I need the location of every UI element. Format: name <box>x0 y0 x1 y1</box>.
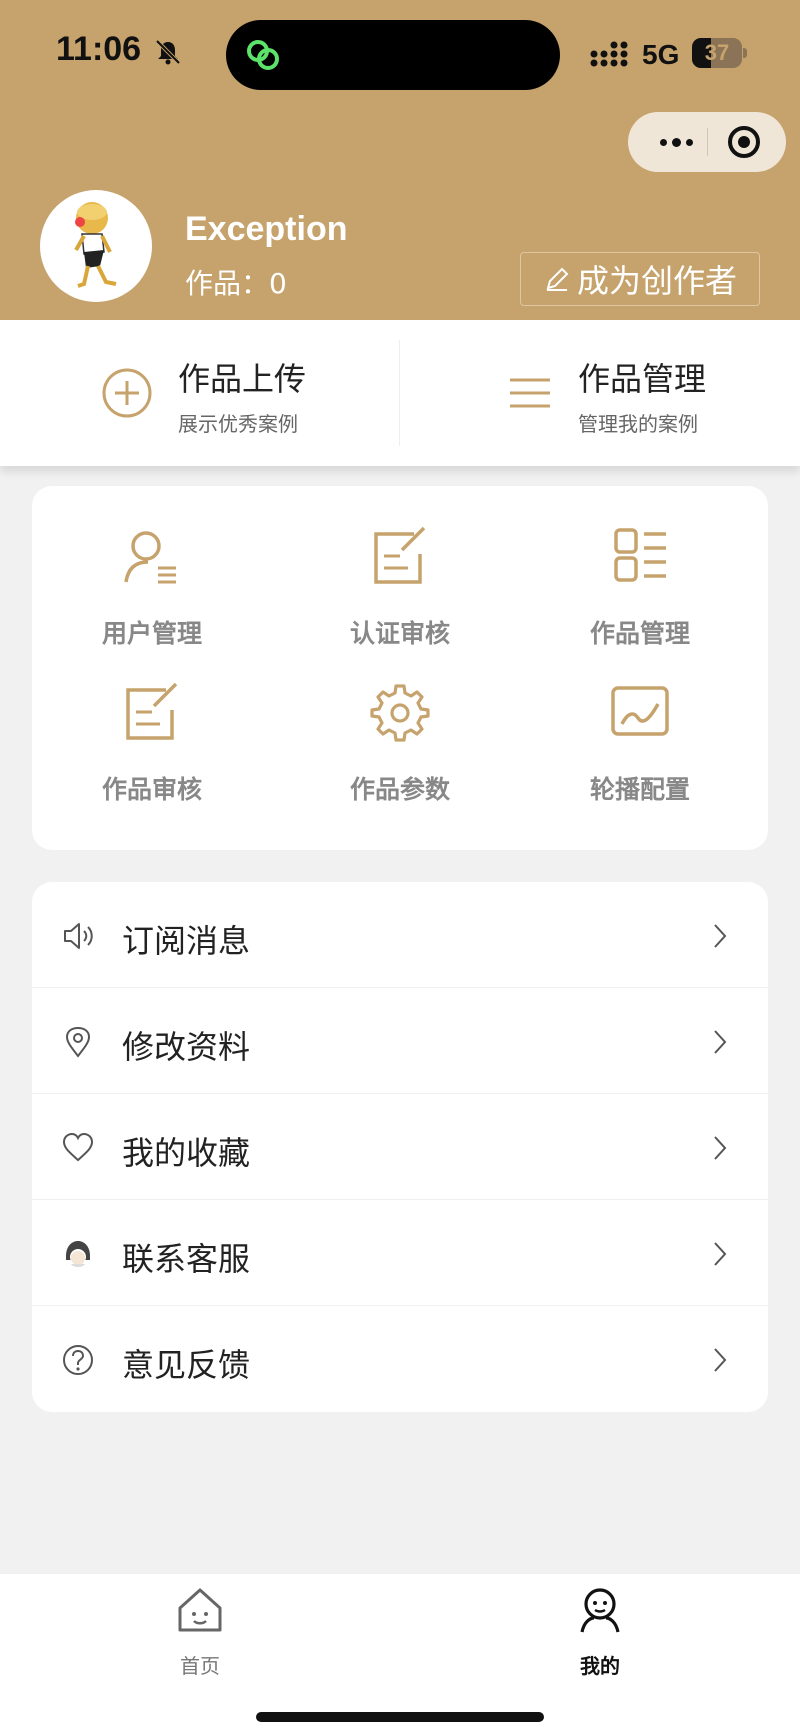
speaker-icon <box>64 923 93 949</box>
miniprogram-capsule <box>628 112 786 172</box>
menu-item-label: 联系客服 <box>122 1240 251 1278</box>
target-icon[interactable] <box>726 124 762 160</box>
tab-mine[interactable]: 我的 <box>500 1574 700 1694</box>
manage-works-title: 作品管理 <box>578 360 707 398</box>
menu-list-card: 订阅消息 修改资料 我的收藏 联系客服 意见反馈 <box>32 882 768 1412</box>
menu-item-subscribe-messages[interactable]: 订阅消息 <box>32 882 768 988</box>
chevron-right-icon <box>714 924 727 948</box>
gear-icon <box>370 684 430 742</box>
tab-label: 首页 <box>180 1654 220 1678</box>
chevron-right-icon <box>714 1348 727 1372</box>
upload-works-title: 作品上传 <box>178 360 307 398</box>
pencil-icon <box>546 267 569 291</box>
more-dots-icon[interactable] <box>648 112 704 172</box>
heart-icon <box>62 1132 94 1162</box>
chevron-right-icon <box>714 1030 727 1054</box>
edit-document-icon <box>374 526 426 584</box>
customer-service-icon <box>66 1241 90 1267</box>
grid-label: 轮播配置 <box>589 775 690 804</box>
network-label: 5G <box>642 39 680 70</box>
grid-item-certification-review[interactable]: 认证审核 <box>280 486 520 648</box>
grid-item-works-review[interactable]: 作品审核 <box>32 642 272 804</box>
chevron-right-icon <box>714 1136 727 1160</box>
battery-level: 37 <box>704 40 730 65</box>
grid-item-user-management[interactable]: 用户管理 <box>32 486 272 648</box>
chevron-right-icon <box>714 1242 727 1266</box>
menu-item-customer-service[interactable]: 联系客服 <box>32 1200 768 1306</box>
quick-actions-card: 作品上传 展示优秀案例 作品管理 管理我的案例 <box>0 320 800 466</box>
menu-item-label: 订阅消息 <box>122 922 251 960</box>
signal-icon <box>590 41 628 67</box>
avatar[interactable] <box>40 190 152 302</box>
username: Exception <box>185 210 348 248</box>
image-chart-icon <box>611 686 669 736</box>
tab-bar: 首页 我的 <box>0 1574 800 1734</box>
status-time: 11:06 <box>56 30 142 68</box>
become-creator-label: 成为创作者 <box>576 262 737 300</box>
user-list-icon <box>124 531 176 584</box>
tab-label: 我的 <box>580 1654 620 1678</box>
manage-works-action[interactable]: 作品管理 管理我的案例 <box>400 320 800 466</box>
menu-lines-icon <box>510 378 550 408</box>
grid-item-carousel-config[interactable]: 轮播配置 <box>520 642 760 804</box>
grid-item-works-parameters[interactable]: 作品参数 <box>280 642 520 804</box>
cartoon-avatar-image <box>74 202 117 288</box>
menu-item-label: 意见反馈 <box>122 1346 251 1384</box>
battery-icon: 37 <box>692 38 748 68</box>
become-creator-button[interactable]: 成为创作者 <box>520 252 760 306</box>
grid-list-icon <box>614 528 666 582</box>
works-count: 作品：0 <box>185 267 287 300</box>
menu-item-my-favorites[interactable]: 我的收藏 <box>32 1094 768 1200</box>
menu-item-feedback[interactable]: 意见反馈 <box>32 1306 768 1412</box>
menu-item-edit-profile[interactable]: 修改资料 <box>32 988 768 1094</box>
grid-label: 作品参数 <box>349 775 450 804</box>
manage-works-subtitle: 管理我的案例 <box>578 412 698 436</box>
upload-works-subtitle: 展示优秀案例 <box>178 412 298 436</box>
link-icon <box>247 40 279 70</box>
grid-label: 作品审核 <box>101 775 202 804</box>
home-icon <box>178 1588 222 1632</box>
question-circle-icon <box>63 1345 93 1375</box>
tab-home[interactable]: 首页 <box>100 1574 300 1694</box>
person-icon <box>580 1588 620 1633</box>
edit-document-icon <box>126 682 178 740</box>
grid-item-works-management[interactable]: 作品管理 <box>520 486 760 648</box>
location-pin-icon <box>65 1026 91 1058</box>
home-indicator <box>256 1712 544 1722</box>
bell-muted-icon <box>155 39 181 65</box>
plus-circle-icon <box>102 368 152 418</box>
menu-item-label: 修改资料 <box>122 1028 251 1066</box>
dynamic-island <box>226 20 560 90</box>
menu-item-label: 我的收藏 <box>122 1134 251 1172</box>
upload-works-action[interactable]: 作品上传 展示优秀案例 <box>0 320 400 466</box>
profile-header: 11:06 5G 37 Exception 作品：0 成为创作者 <box>0 0 800 320</box>
admin-grid-card: 用户管理 认证审核 作品管理 作品审核 作品参数 轮播配置 <box>32 486 768 850</box>
